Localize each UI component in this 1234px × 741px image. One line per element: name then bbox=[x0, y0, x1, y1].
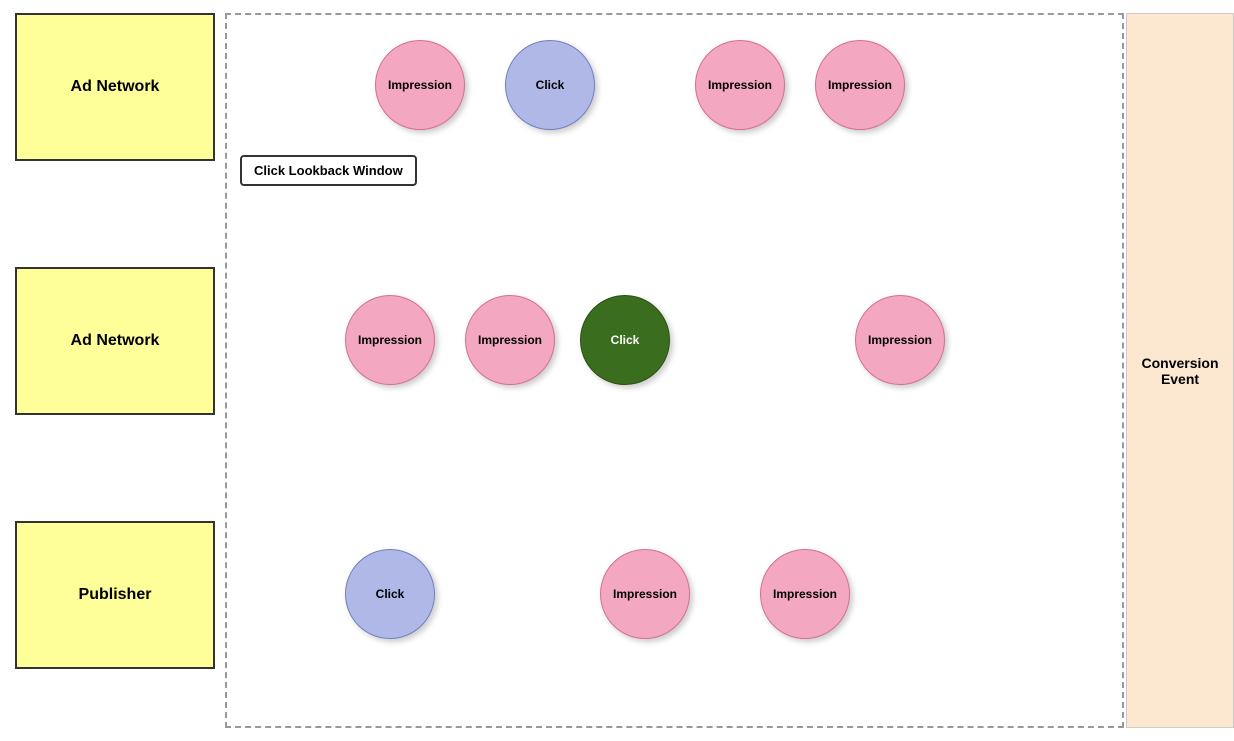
circle-row3-click: Click bbox=[345, 549, 435, 639]
circle-row2-click: Click bbox=[580, 295, 670, 385]
conversion-panel-label: Conversion Event bbox=[1127, 355, 1233, 387]
actor-ad-network-2: Ad Network bbox=[15, 267, 215, 415]
circle-row1-impression3: Impression bbox=[695, 40, 785, 130]
conversion-panel: Conversion Event bbox=[1126, 13, 1234, 728]
circle-row3-impression3: Impression bbox=[760, 549, 850, 639]
circle-row1-impression1: Impression bbox=[375, 40, 465, 130]
circle-row2-impression1: Impression bbox=[345, 295, 435, 385]
actor-publisher-label: Publisher bbox=[79, 586, 152, 604]
circle-row2-impression2: Impression bbox=[465, 295, 555, 385]
actor-ad-network-2-label: Ad Network bbox=[71, 332, 160, 350]
circle-row1-click: Click bbox=[505, 40, 595, 130]
actor-ad-network-1-label: Ad Network bbox=[71, 78, 160, 96]
circle-row1-impression4: Impression bbox=[815, 40, 905, 130]
lookback-label: Click Lookback Window bbox=[240, 155, 417, 186]
actor-publisher: Publisher bbox=[15, 521, 215, 669]
circle-row3-impression2: Impression bbox=[600, 549, 690, 639]
circle-row2-impression4: Impression bbox=[855, 295, 945, 385]
diagram-container: Ad Network Ad Network Publisher Conversi… bbox=[0, 0, 1234, 741]
actor-ad-network-1: Ad Network bbox=[15, 13, 215, 161]
lookback-text: Click Lookback Window bbox=[254, 163, 403, 178]
